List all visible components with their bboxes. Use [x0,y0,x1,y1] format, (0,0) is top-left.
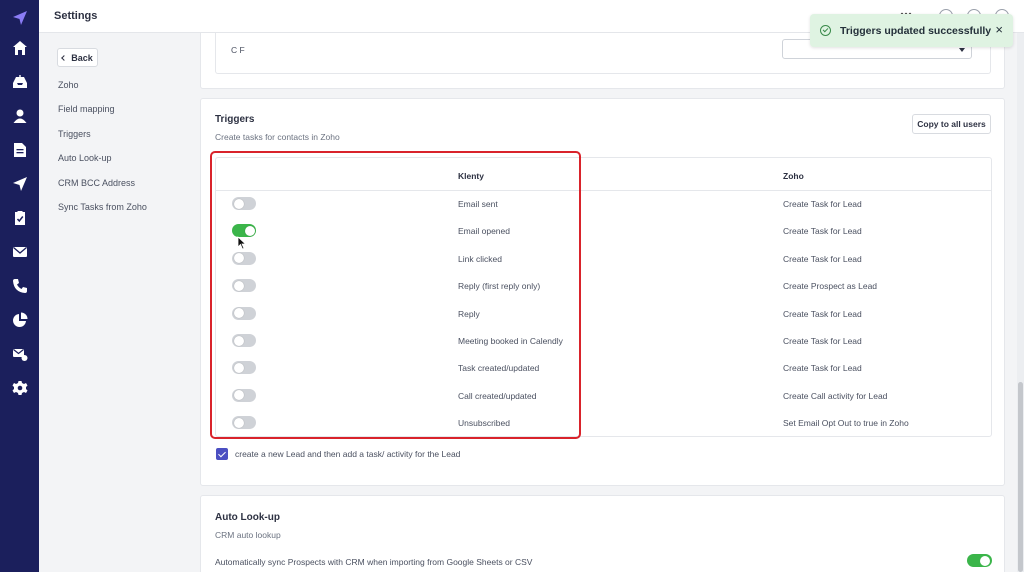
table-row: Meeting booked in Calendly Create Task fo… [216,328,991,355]
zoho-action: Create Task for Lead [783,308,862,319]
toggle-knob [233,390,244,401]
triggers-card: Triggers Create tasks for contacts in Zo… [200,98,1005,486]
triggers-title: Triggers [215,114,255,125]
toggle-knob [233,362,244,373]
chevron-left-icon [61,54,68,61]
table-row: Link clicked Create Task for Lead [216,246,991,273]
trigger-toggle[interactable] [232,416,256,430]
triggers-table: Klenty Zoho Email sent Create Task for Le… [215,157,992,437]
trigger-toggle[interactable] [232,197,256,210]
klenty-event: Task created/updated [458,363,540,374]
send-icon[interactable] [10,174,29,193]
klenty-event: Meeting booked in Calendly [458,336,563,346]
toggle-knob [233,417,244,428]
success-toast: Triggers updated successfully × [810,14,1013,47]
auto-lookup-title: Auto Look-up [215,512,280,523]
cf-label: C F [231,45,245,55]
table-row: Task created/updated Create Task for Lead [216,355,991,382]
inbox-icon[interactable] [10,72,29,91]
trigger-toggle[interactable] [232,306,256,320]
table-row: Unsubscribed Set Email Opt Out to true in… [216,410,991,437]
phone-icon[interactable] [10,276,29,295]
back-button[interactable]: Back [57,48,98,67]
toggle-knob [980,555,990,566]
trigger-toggle[interactable] [232,279,256,293]
triggers-subtitle: Create tasks for contacts in Zoho [215,132,340,142]
klenty-event: Unsubscribed [458,418,510,429]
column-header-klenty: Klenty [458,171,484,181]
trigger-toggle[interactable] [232,388,256,402]
table-row: Email sent Create Task for Lead [216,191,991,218]
sidebar-item-sync-tasks[interactable]: Sync Tasks from Zoho [58,202,147,212]
auto-sync-label: Automatically sync Prospects with CRM wh… [215,557,533,567]
back-label: Back [71,52,93,63]
klenty-event: Reply [458,308,480,319]
check-circle-icon [820,25,831,36]
toggle-knob [233,280,244,291]
auto-lookup-subtitle: CRM auto lookup [215,530,281,540]
table-row: Reply (first reply only) Create Prospect … [216,273,991,300]
klenty-event: Call created/updated [458,390,537,401]
close-icon[interactable]: × [995,23,1003,37]
home-icon[interactable] [10,38,29,57]
column-header-zoho: Zoho [783,171,804,181]
copy-to-all-users-button[interactable]: Copy to all users [912,114,991,134]
toggle-knob [233,335,244,346]
auto-sync-toggle[interactable] [967,554,992,567]
logo-icon[interactable] [10,8,29,27]
sidebar-item-auto-lookup[interactable]: Auto Look-up [58,153,112,163]
mouse-cursor-icon [237,236,247,250]
toggle-knob [233,198,244,209]
scrollbar-thumb[interactable] [1018,382,1023,572]
klenty-event: Email sent [458,199,498,209]
table-row: Email opened Create Task for Lead [216,218,991,245]
sidebar-item-field-mapping[interactable]: Field mapping [58,104,115,114]
klenty-event: Email opened [458,226,510,237]
sidebar-item-triggers[interactable]: Triggers [58,129,91,139]
mail-settings-icon[interactable] [10,344,29,363]
clipboard-icon[interactable] [10,208,29,227]
table-row: Reply Create Task for Lead [216,301,991,328]
icon-rail [0,0,39,572]
zoho-action: Create Task for Lead [783,336,862,346]
document-icon[interactable] [10,140,29,159]
zoho-action: Create Task for Lead [783,253,862,264]
caret-down-icon [959,48,965,52]
toggle-knob [233,308,244,319]
pie-chart-icon[interactable] [10,310,29,329]
mail-icon[interactable] [10,242,29,261]
gear-icon[interactable] [10,378,29,397]
zoho-action: Set Email Opt Out to true in Zoho [783,418,909,429]
settings-sidebar: Back Zoho Field mapping Triggers Auto Lo… [39,33,199,572]
sidebar-item-zoho[interactable]: Zoho [58,80,79,90]
create-lead-option: create a new Lead and then add a task/ a… [216,448,460,460]
page-title: Settings [54,10,98,22]
create-lead-label: create a new Lead and then add a task/ a… [235,449,461,459]
user-icon[interactable] [10,106,29,125]
toggle-knob [244,225,255,236]
sidebar-item-crm-bcc-address[interactable]: CRM BCC Address [58,178,135,188]
zoho-action: Create Prospect as Lead [783,281,878,292]
toggle-knob [233,253,244,264]
trigger-toggle[interactable] [232,251,256,265]
auto-lookup-card: Auto Look-up CRM auto lookup Automatical… [200,495,1005,572]
zoho-action: Create Task for Lead [783,226,862,237]
zoho-action: Create Task for Lead [783,199,862,209]
klenty-event: Link clicked [458,253,502,264]
trigger-toggle[interactable] [232,334,256,347]
zoho-action: Create Task for Lead [783,363,862,374]
klenty-event: Reply (first reply only) [458,281,541,292]
zoho-action: Create Call activity for Lead [783,390,888,401]
table-row: Call created/updated Create Call activity… [216,383,991,410]
toast-message: Triggers updated successfully [840,24,992,37]
trigger-toggle[interactable] [232,361,256,375]
create-lead-checkbox[interactable] [216,448,228,460]
